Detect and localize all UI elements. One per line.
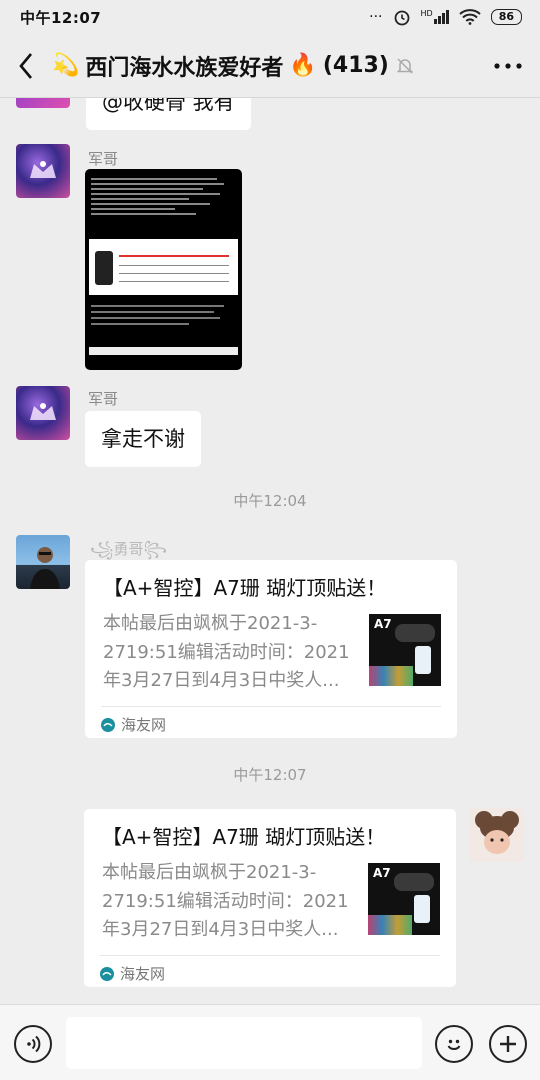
- card-title: 【A+智控】A7珊 瑚灯顶贴送！: [103, 576, 387, 600]
- emoji-face-icon: [447, 1039, 461, 1050]
- status-icons: ··· HD 86: [369, 8, 522, 26]
- input-bar: [0, 1004, 540, 1080]
- my-avatar[interactable]: [470, 808, 524, 862]
- link-card[interactable]: 【A+智控】A7珊 瑚灯顶贴送！ 本帖最后由飒枫于2021-3- 2719:51…: [85, 560, 457, 738]
- message-input[interactable]: [66, 1017, 422, 1069]
- voice-button[interactable]: [14, 1025, 52, 1063]
- back-button[interactable]: [0, 34, 52, 98]
- image-text-block: [91, 175, 231, 218]
- more-options-button[interactable]: [476, 34, 540, 98]
- image-table: [91, 301, 231, 329]
- message-bubble[interactable]: 拿走不谢: [85, 411, 201, 467]
- more-horizontal-icon: [494, 62, 522, 69]
- card-description: 本帖最后由飒枫于2021-3- 2719:51编辑活动时间：2021 年3月27…: [103, 613, 350, 691]
- sparkle-emoji-icon: 💫: [52, 53, 80, 78]
- card-source: 海友网: [101, 714, 166, 735]
- card-divider: [101, 706, 441, 707]
- message-text: 拿走不谢: [101, 427, 185, 451]
- fire-emoji-icon: 🔥: [289, 53, 317, 78]
- chat-title[interactable]: 💫 西门海水水族爱好者 🔥 (413): [52, 50, 476, 82]
- person-photo-icon: [30, 547, 60, 589]
- card-description: 本帖最后由飒枫于2021-3- 2719:51编辑活动时间：2021 年3月27…: [102, 862, 349, 940]
- voice-icon: [27, 1035, 41, 1053]
- group-name: 西门海水水族爱好者: [85, 55, 284, 81]
- back-arrow-icon: [19, 52, 32, 79]
- wifi-icon: [459, 9, 481, 25]
- image-footer-bar: [89, 347, 238, 355]
- chat-header: 💫 西门海水水族爱好者 🔥 (413): [0, 34, 540, 98]
- avatar[interactable]: [16, 535, 70, 589]
- message-timestamp: 中午12:07: [233, 766, 307, 784]
- signal-icon: HD: [421, 10, 449, 24]
- message-timestamp: 中午12:04: [233, 492, 307, 510]
- haiyou-logo-icon: [101, 717, 115, 732]
- mute-bell-icon: [396, 57, 414, 74]
- crown-icon: [30, 403, 56, 420]
- card-thumbnail: A7: [368, 863, 440, 935]
- battery-icon: 86: [490, 9, 522, 25]
- member-count: (413): [322, 53, 389, 78]
- card-divider: [100, 955, 440, 956]
- sender-name: 军哥: [88, 390, 119, 408]
- sender-decoration-icon: ꧁: [90, 540, 114, 558]
- baby-photo-icon: [475, 811, 519, 854]
- more-functions-button[interactable]: [489, 1025, 527, 1063]
- more-dots-icon: ···: [369, 9, 383, 25]
- network-label: HD: [420, 9, 433, 18]
- status-time: 中午12:07: [20, 8, 102, 27]
- message-text: @收硬骨 我有: [102, 98, 235, 114]
- link-card[interactable]: 【A+智控】A7珊 瑚灯顶贴送！ 本帖最后由飒枫于2021-3- 2719:51…: [84, 809, 456, 987]
- haiyou-logo-icon: [100, 966, 114, 981]
- message-list[interactable]: @收硬骨 我有 军哥 军哥 拿走不谢 中午12:04 ꧁勇哥꧂ 【A+智控】A7…: [0, 98, 540, 1004]
- avatar[interactable]: [16, 386, 70, 440]
- crown-icon: [30, 161, 56, 178]
- message-bubble[interactable]: @收硬骨 我有: [86, 98, 251, 130]
- avatar[interactable]: [16, 98, 70, 108]
- image-message[interactable]: [85, 169, 242, 370]
- sender-name: 军哥: [88, 150, 119, 168]
- card-thumbnail: A7: [369, 614, 441, 686]
- emoji-button[interactable]: [435, 1025, 473, 1063]
- card-source: 海友网: [100, 963, 165, 984]
- plus-icon: [500, 1036, 516, 1052]
- alarm-icon: [394, 10, 409, 26]
- avatar[interactable]: [16, 144, 70, 198]
- card-title: 【A+智控】A7珊 瑚灯顶贴送！: [102, 825, 386, 849]
- image-diagram: [89, 239, 238, 295]
- sender-decoration-icon: ꧂: [143, 540, 167, 558]
- status-bar: 中午12:07 ··· HD 86: [0, 0, 540, 34]
